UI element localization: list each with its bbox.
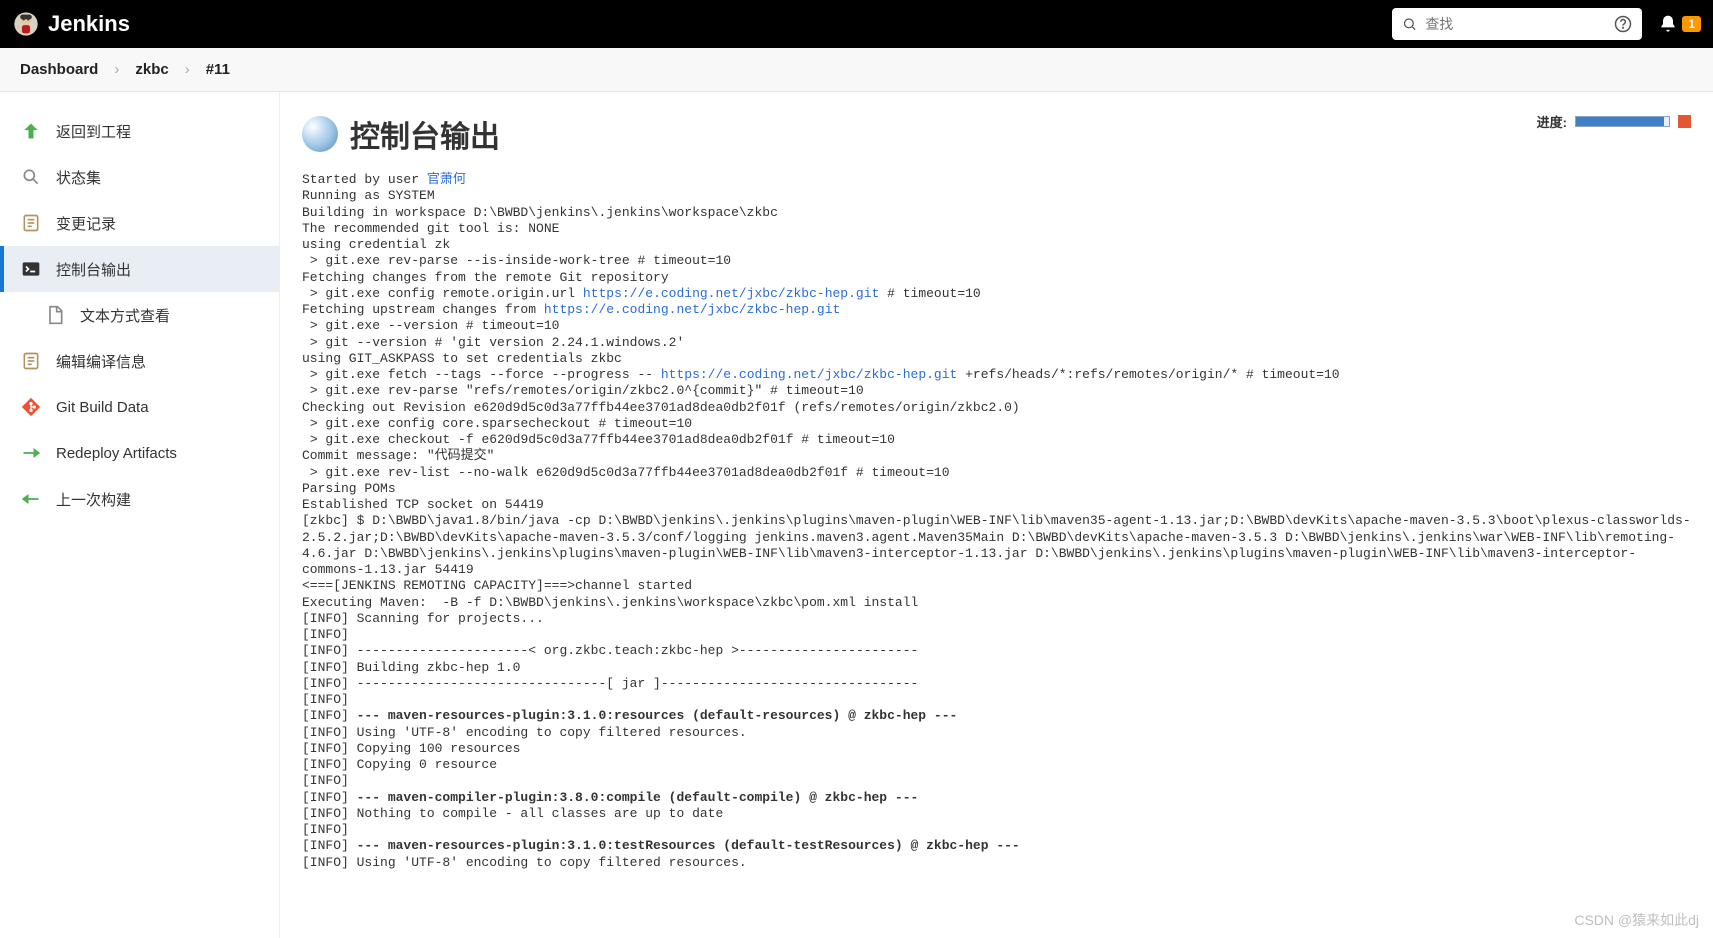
progress-bar (1575, 116, 1670, 127)
header: Jenkins 1 (0, 0, 1713, 48)
jenkins-logo-icon (12, 10, 40, 38)
arrow-right-icon (20, 442, 42, 464)
build-status-orb-icon (302, 116, 338, 152)
sidebar-item-label: 控制台输出 (56, 259, 131, 280)
sidebar-item-label: Redeploy Artifacts (56, 445, 177, 462)
search-input[interactable] (1425, 16, 1606, 32)
notifications[interactable]: 1 (1658, 14, 1701, 34)
arrow-up-icon (20, 120, 42, 142)
sidebar-item-changes[interactable]: 变更记录 (0, 200, 279, 246)
logo[interactable]: Jenkins (12, 10, 130, 38)
arrow-left-icon (20, 488, 42, 510)
sidebar-item-label: 上一次构建 (56, 489, 131, 510)
git-url-link[interactable]: https://e.coding.net/jxbc/zkbc-hep.git (583, 286, 879, 301)
sidebar-item-status[interactable]: 状态集 (0, 154, 279, 200)
user-link[interactable]: 官萧何 (427, 172, 466, 187)
terminal-icon (20, 258, 42, 280)
stop-build-button[interactable] (1678, 115, 1691, 128)
search-icon (1402, 16, 1417, 32)
console-output: Started by user 官萧何 Running as SYSTEM Bu… (302, 172, 1691, 871)
sidebar-item-git-build-data[interactable]: Git Build Data (0, 384, 279, 430)
sidebar-item-previous-build[interactable]: 上一次构建 (0, 476, 279, 522)
sidebar-item-back-to-project[interactable]: 返回到工程 (0, 108, 279, 154)
build-progress: 进度: (1537, 112, 1691, 131)
sidebar-item-label: 文本方式查看 (80, 305, 170, 326)
sidebar-item-label: 编辑编译信息 (56, 351, 146, 372)
sidebar-item-console[interactable]: 控制台输出 (0, 246, 279, 292)
breadcrumb-dashboard[interactable]: Dashboard (20, 61, 98, 78)
document-icon (44, 304, 66, 326)
breadcrumbs: Dashboard › zkbc › #11 (0, 48, 1713, 92)
page-title: 控制台输出 (350, 112, 500, 156)
sidebar-item-redeploy[interactable]: Redeploy Artifacts (0, 430, 279, 476)
progress-label: 进度: (1537, 112, 1567, 131)
breadcrumb-build[interactable]: #11 (206, 61, 230, 78)
search-box[interactable] (1392, 8, 1642, 40)
sidebar-item-label: 状态集 (56, 167, 101, 188)
git-url-link[interactable]: https://e.coding.net/jxbc/zkbc-hep.git (544, 302, 840, 317)
magnifier-icon (20, 166, 42, 188)
sidebar: 返回到工程状态集变更记录控制台输出文本方式查看编辑编译信息 Git Build D… (0, 92, 280, 938)
notification-badge: 1 (1682, 16, 1701, 32)
chevron-right-icon: › (106, 61, 127, 78)
breadcrumb-job[interactable]: zkbc (135, 61, 168, 78)
sidebar-item-console-text[interactable]: 文本方式查看 (0, 292, 279, 338)
notepad-icon (20, 212, 42, 234)
sidebar-item-label: 返回到工程 (56, 121, 131, 142)
help-icon[interactable] (1614, 15, 1632, 33)
main-content: 控制台输出 进度: Started by user 官萧何 Running as… (280, 92, 1713, 938)
git-icon (20, 396, 42, 418)
sidebar-item-edit-build[interactable]: 编辑编译信息 (0, 338, 279, 384)
page-title-wrap: 控制台输出 (302, 112, 500, 156)
git-url-link[interactable]: https://e.coding.net/jxbc/zkbc-hep.git (661, 367, 957, 382)
logo-text: Jenkins (48, 11, 130, 37)
chevron-right-icon: › (177, 61, 198, 78)
watermark: CSDN @猿来如此dj (1574, 910, 1699, 930)
notepad-icon (20, 350, 42, 372)
sidebar-item-label: Git Build Data (56, 399, 149, 416)
sidebar-item-label: 变更记录 (56, 213, 116, 234)
bell-icon (1658, 14, 1678, 34)
